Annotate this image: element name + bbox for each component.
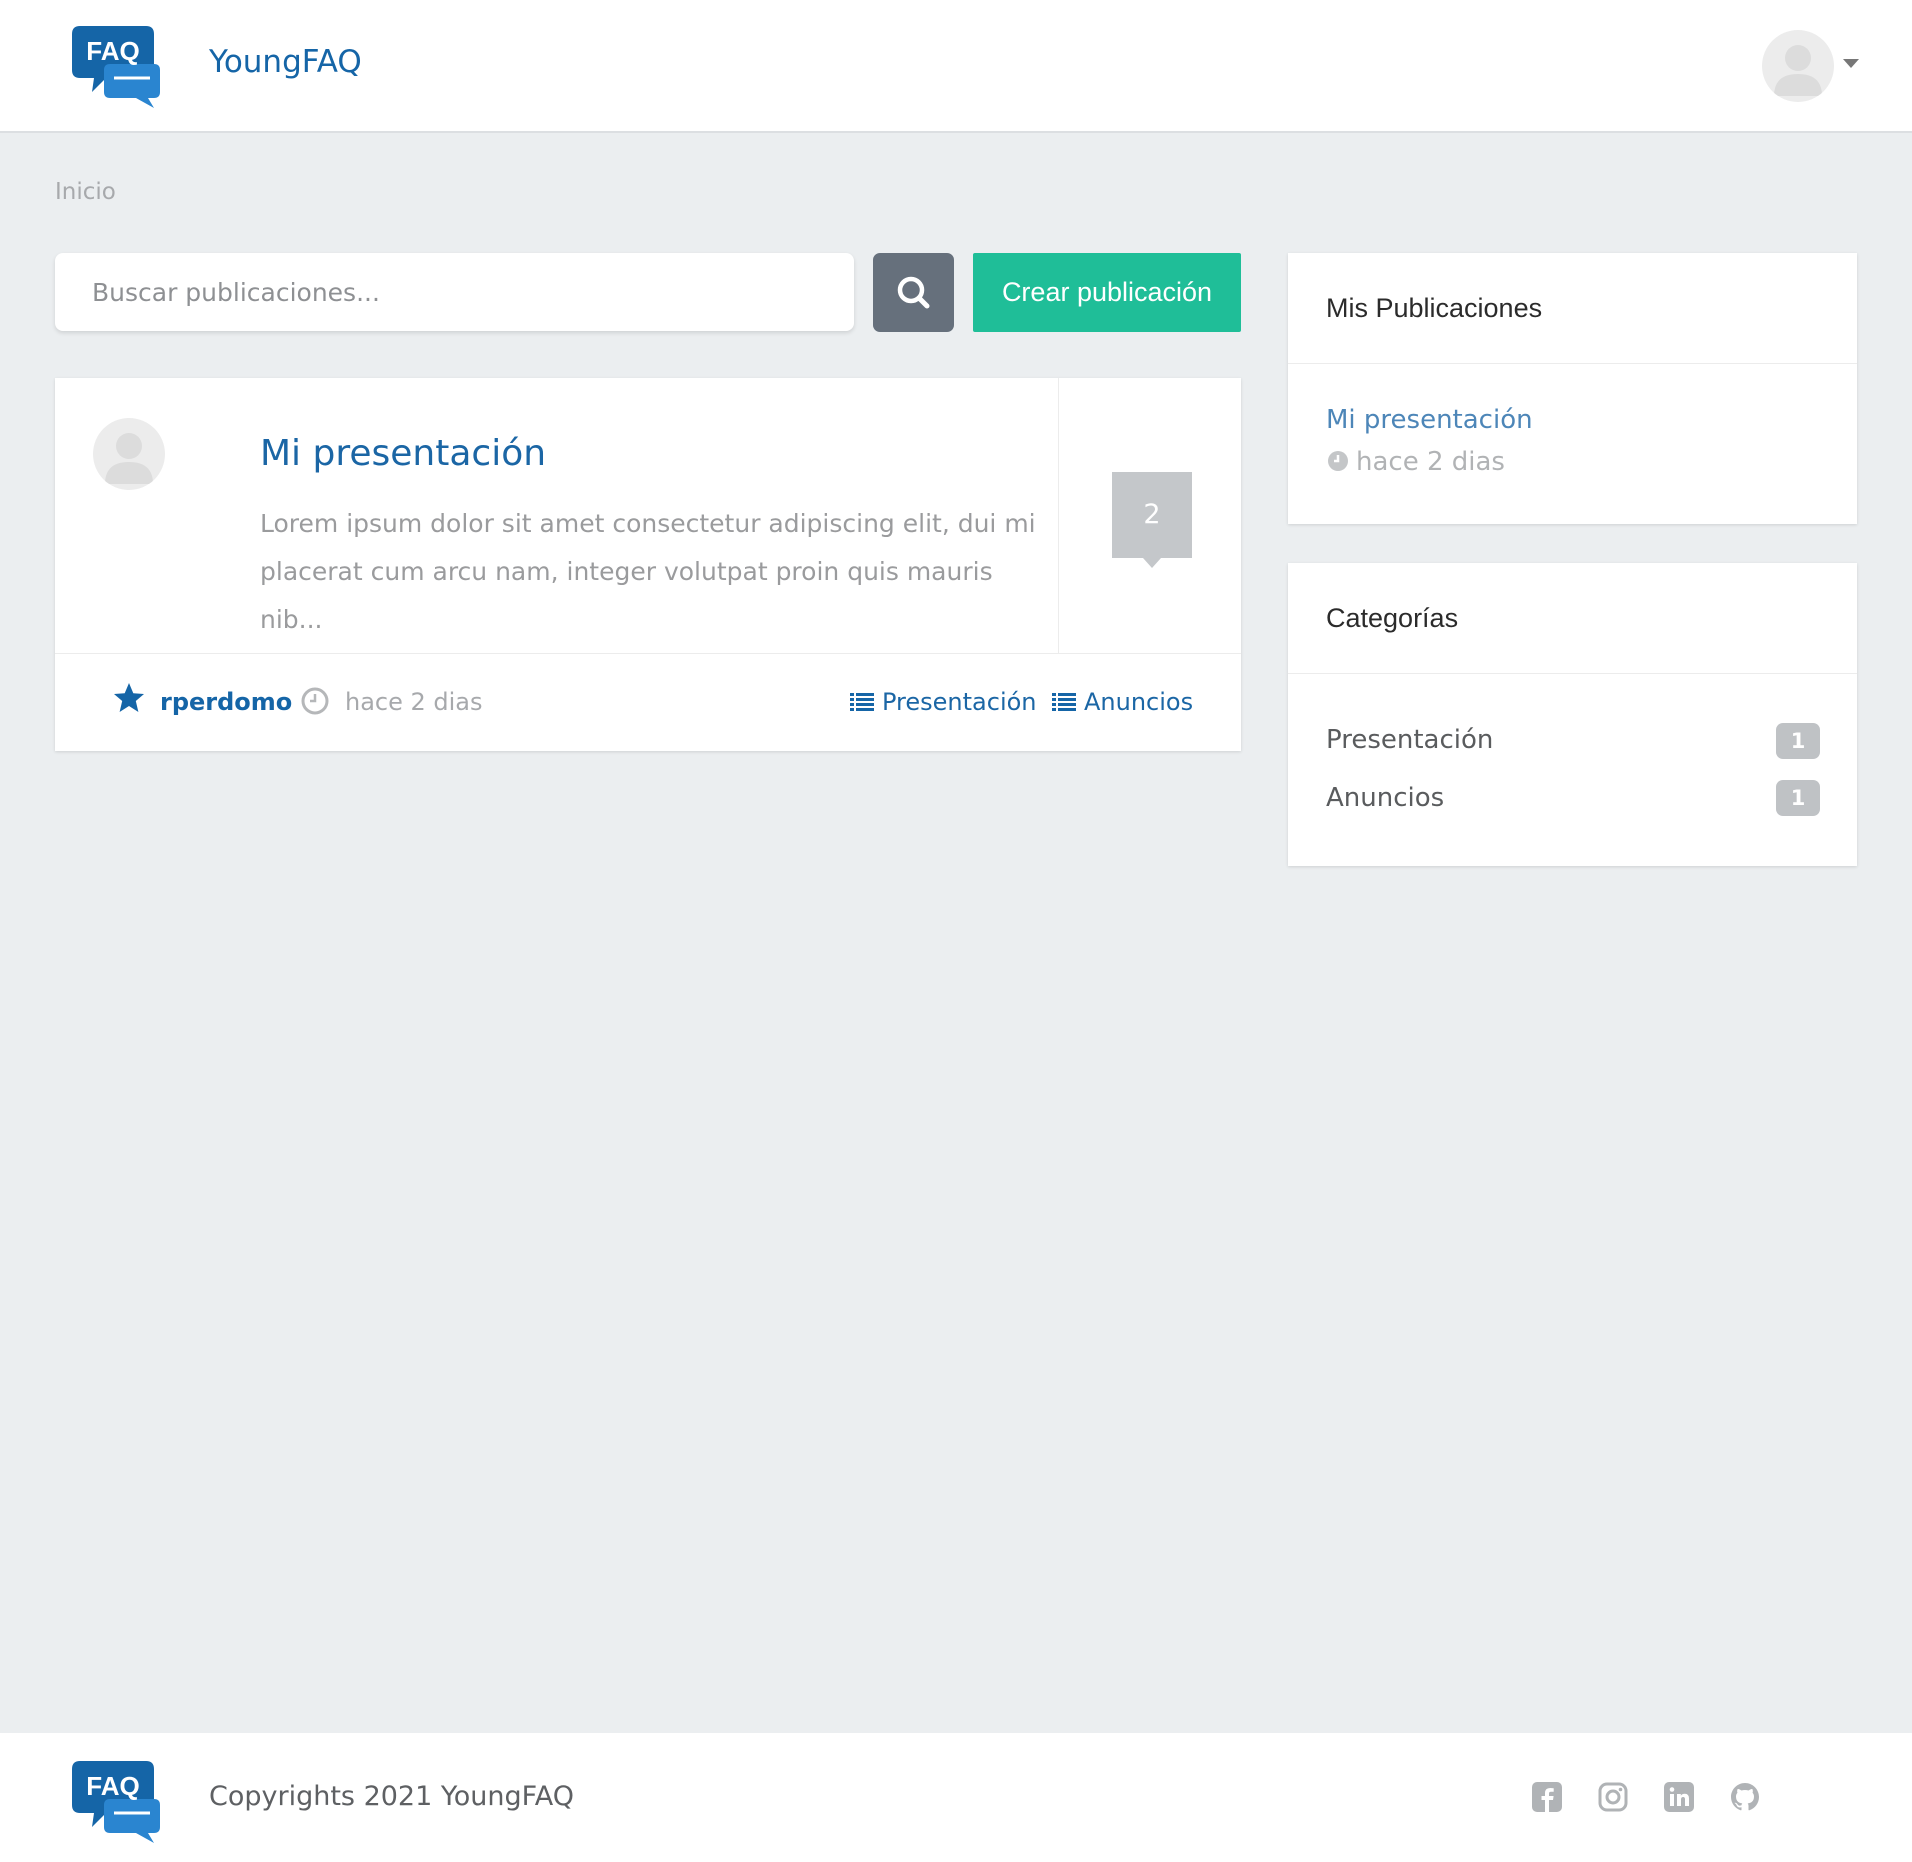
search-icon [897, 276, 930, 309]
category-item-label[interactable]: Presentación [1326, 725, 1493, 755]
widget-title: Mis Publicaciones [1326, 293, 1543, 323]
search-button[interactable] [873, 253, 954, 332]
brand-name[interactable]: YoungFAQ [209, 44, 362, 80]
breadcrumb[interactable]: Inicio [55, 179, 116, 205]
create-post-button[interactable]: Crear publicación [973, 253, 1241, 332]
divider [55, 653, 1241, 654]
post-time: hace 2 dias [345, 688, 483, 716]
my-posts-widget: Mis Publicaciones Mi presentación hace 2… [1288, 253, 1857, 524]
svg-text:FAQ: FAQ [86, 1771, 139, 1801]
svg-text:FAQ: FAQ [86, 36, 139, 66]
category-count-badge: 1 [1776, 780, 1820, 816]
clock-icon [1328, 451, 1348, 471]
post-category-link[interactable]: Anuncios [1084, 688, 1193, 716]
faq-logo[interactable]: FAQ [70, 20, 162, 108]
widget-title: Categorías [1326, 603, 1459, 633]
category-count-badge: 1 [1776, 723, 1820, 759]
top-navbar: FAQ YoungFAQ [0, 0, 1912, 133]
post-title[interactable]: Mi presentación [260, 433, 546, 474]
post-author-avatar[interactable] [93, 418, 165, 490]
clock-icon [301, 687, 329, 715]
post-author[interactable]: rperdomo [160, 688, 292, 716]
instagram-icon[interactable] [1597, 1781, 1629, 1813]
my-post-time: hace 2 dias [1356, 447, 1505, 477]
post-excerpt: Lorem ipsum dolor sit amet consectetur a… [260, 509, 1036, 634]
divider [1058, 378, 1059, 653]
post-category-link[interactable]: Presentación [882, 688, 1037, 716]
github-icon[interactable] [1729, 1781, 1761, 1813]
list-icon [1052, 693, 1076, 711]
copyright-text: Copyrights 2021 YoungFAQ [209, 1781, 574, 1812]
comment-badge-tail [1143, 558, 1161, 568]
footer: FAQ Copyrights 2021 YoungFAQ [0, 1733, 1912, 1862]
user-menu-caret-icon[interactable] [1843, 59, 1859, 68]
star-icon [114, 683, 144, 712]
faq-logo[interactable]: FAQ [70, 1755, 162, 1843]
my-post-link[interactable]: Mi presentación [1326, 405, 1533, 435]
search-input[interactable] [55, 253, 854, 331]
category-item-label[interactable]: Anuncios [1326, 783, 1444, 813]
facebook-icon[interactable] [1531, 1781, 1563, 1813]
linkedin-icon[interactable] [1663, 1781, 1695, 1813]
post-card: Mi presentación Lorem ipsum dolor sit am… [55, 378, 1241, 751]
list-icon [850, 693, 874, 711]
divider [1288, 363, 1857, 364]
user-avatar[interactable] [1762, 30, 1834, 102]
divider [1288, 673, 1857, 674]
comment-count-badge[interactable]: 2 [1112, 472, 1192, 558]
categories-widget: Categorías Presentación 1 Anuncios 1 [1288, 563, 1857, 866]
